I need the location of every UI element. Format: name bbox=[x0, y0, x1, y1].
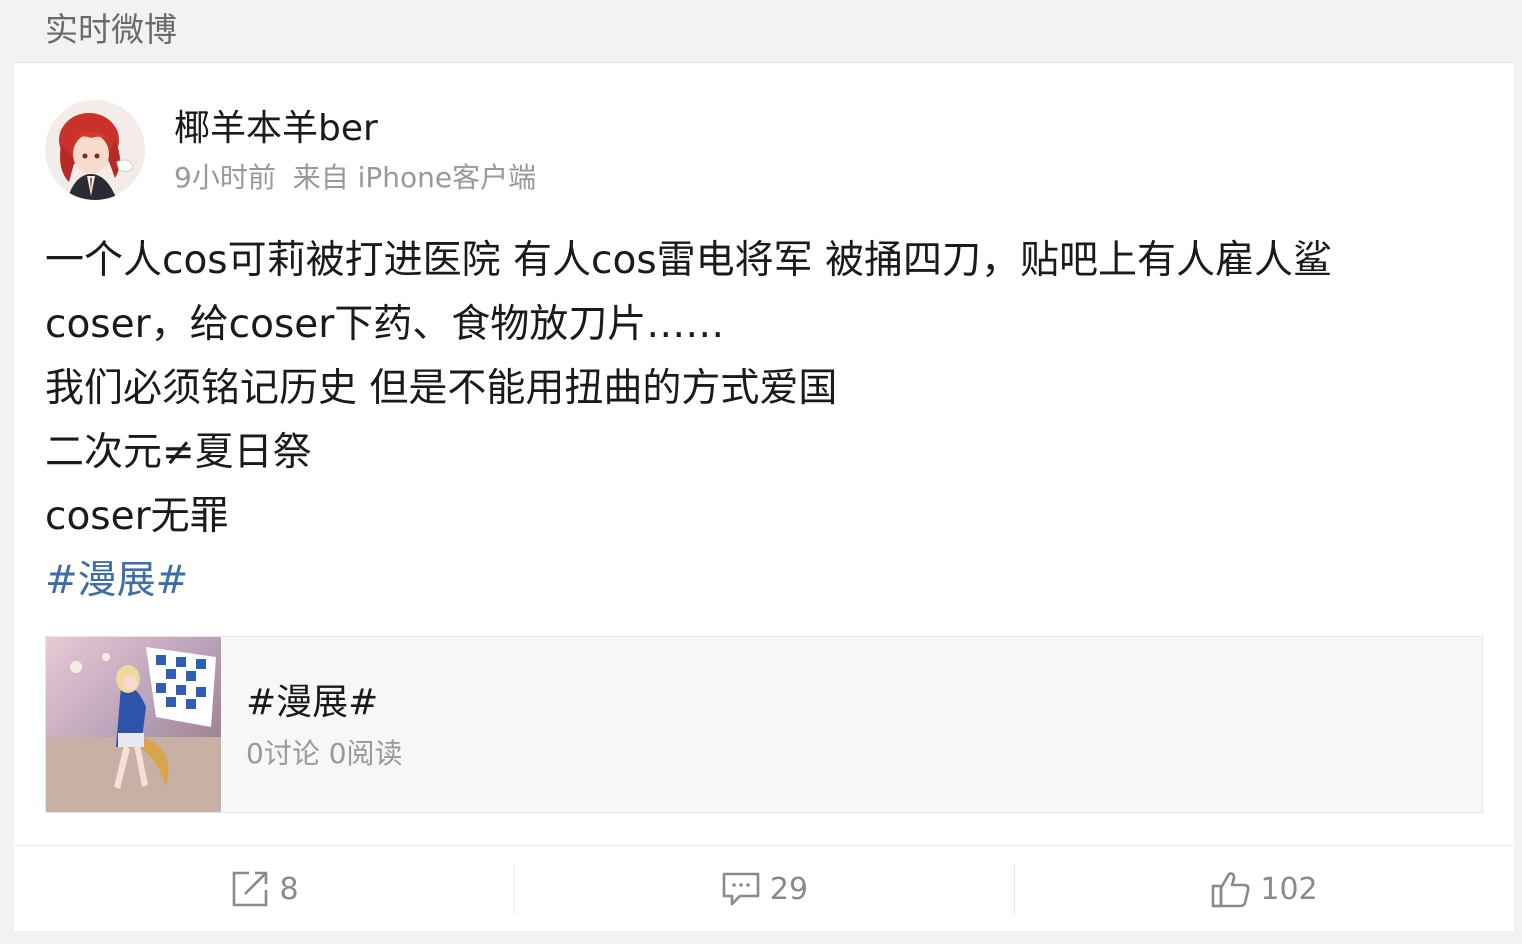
comment-count: 29 bbox=[769, 871, 809, 907]
avatar-illustration bbox=[45, 100, 145, 200]
post-meta: 9小时前 来自 iPhone客户端 bbox=[174, 159, 536, 197]
post-text-line: 二次元≠夏日祭 bbox=[45, 430, 312, 475]
comment-button[interactable]: 29 bbox=[514, 846, 1014, 932]
repost-count: 8 bbox=[279, 871, 299, 907]
post-text-line: 一个人cos可莉被打进医院 有人cos雷电将军 被捅四刀，贴吧上有人雇人鲨 bbox=[45, 238, 1333, 283]
section-header: 实时微博 bbox=[0, 0, 1522, 62]
post-text-line: 我们必须铭记历史 但是不能用扭曲的方式爱国 bbox=[45, 366, 838, 411]
topic-title[interactable]: #漫展# bbox=[246, 679, 378, 727]
topic-stats: 0讨论 0阅读 bbox=[246, 737, 403, 770]
avatar[interactable] bbox=[45, 100, 145, 200]
section-title: 实时微博 bbox=[45, 10, 177, 49]
topic-card[interactable]: #漫展# 0讨论 0阅读 bbox=[45, 636, 1483, 813]
thumbs-up-icon bbox=[1210, 868, 1252, 910]
post-source: 来自 iPhone客户端 bbox=[292, 161, 537, 194]
post-text-line: coser，给coser下药、食物放刀片…… bbox=[45, 302, 725, 347]
topic-thumbnail bbox=[46, 637, 221, 812]
like-count: 102 bbox=[1260, 871, 1318, 907]
repost-icon bbox=[229, 868, 271, 910]
cosplay-photo bbox=[46, 637, 221, 812]
post-body: 一个人cos可莉被打进医院 有人cos雷电将军 被捅四刀，贴吧上有人雇人鲨 co… bbox=[45, 229, 1485, 613]
action-bar: 8 29 102 bbox=[14, 845, 1514, 932]
post-time: 9小时前 bbox=[174, 161, 276, 194]
author-name[interactable]: 椰羊本羊ber bbox=[174, 105, 378, 153]
weibo-post-card[interactable]: 椰羊本羊ber 9小时前 来自 iPhone客户端 一个人cos可莉被打进医院 … bbox=[14, 62, 1514, 931]
like-button[interactable]: 102 bbox=[1014, 846, 1514, 932]
post-text-line: coser无罪 bbox=[45, 494, 229, 539]
comment-icon bbox=[720, 868, 762, 910]
hashtag-link[interactable]: #漫展# bbox=[45, 549, 1485, 613]
repost-button[interactable]: 8 bbox=[14, 846, 514, 932]
